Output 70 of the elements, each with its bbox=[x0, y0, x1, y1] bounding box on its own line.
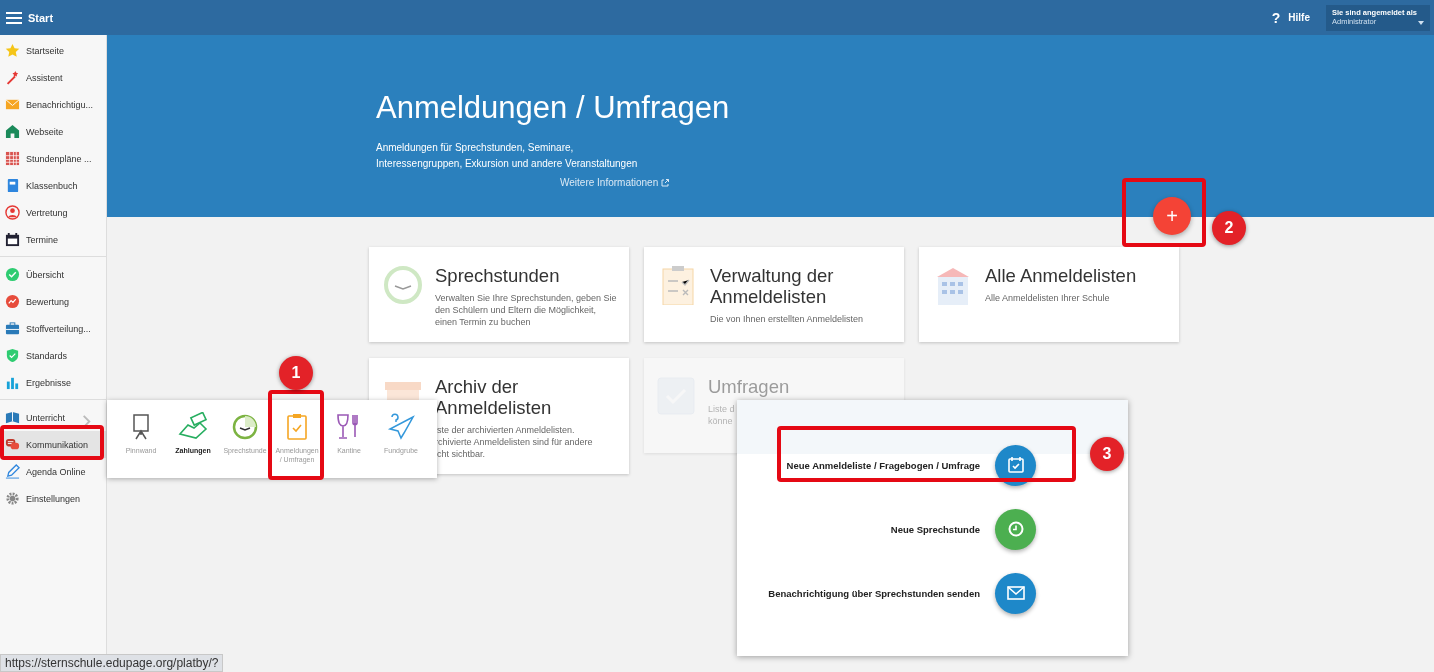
house-icon bbox=[5, 124, 20, 139]
timer-icon bbox=[230, 412, 260, 442]
card-description: Die von Ihnen erstellten Anmeldelisten bbox=[710, 313, 864, 325]
status-url: https://sternschule.edupage.org/platby/? bbox=[0, 654, 224, 672]
card-description: Verwalten Sie Ihre Sprechstunden, geben Sie den Schülern und Eltern die Möglichkeit, einen Termin zu buchen bbox=[435, 292, 617, 328]
star-icon bbox=[5, 43, 20, 58]
page-description: Anmeldungen für Sprechstunden, Seminare, Interessengruppen, Exkursion und andere Veranstaltungen bbox=[376, 141, 639, 171]
menu-option-button[interactable] bbox=[995, 572, 1036, 614]
bar-chart-icon bbox=[5, 375, 20, 390]
calendar-icon bbox=[5, 232, 20, 247]
sidebar-item[interactable]: Unterricht bbox=[0, 404, 106, 431]
sidebar-item[interactable]: Stoffverteilung... bbox=[0, 315, 106, 342]
module-card[interactable]: Alle Anmeldelisten Alle Anmeldelisten Ihrer Schule bbox=[919, 247, 1179, 342]
card-description: iste der archivierten Anmeldelisten. rchivierte Anmeldelisten sind für andere icht sichtbar. bbox=[435, 424, 593, 460]
sidebar-item[interactable]: Bewertung bbox=[0, 288, 106, 315]
sidebar-item[interactable]: Startseite bbox=[0, 37, 106, 64]
callout-badge: 1 bbox=[279, 356, 313, 390]
sidebar-item[interactable]: Ergebnisse bbox=[0, 369, 106, 396]
app-title: Start bbox=[28, 11, 54, 24]
magic-wand-icon bbox=[5, 70, 20, 85]
help-link[interactable]: Hilfe bbox=[1288, 12, 1310, 23]
sidebar-item[interactable]: Termine bbox=[0, 226, 106, 253]
clock-icon bbox=[383, 265, 423, 305]
menu-option-label[interactable]: Neue Anmeldeliste / Fragebogen / Umfrage bbox=[737, 459, 980, 471]
sidebar-item[interactable]: Übersicht bbox=[0, 261, 106, 288]
open-book-icon bbox=[5, 410, 20, 425]
card-title: Alle Anmeldelisten bbox=[985, 265, 1137, 286]
module-card[interactable]: Sprechstunden Verwalten Sie Ihre Sprechstunden, geben Sie den Schülern und Eltern die Möglichkeit, einen Termin zu buchen bbox=[369, 247, 629, 342]
card-title: Archiv der Anmeldelisten bbox=[435, 376, 553, 418]
menu-icon[interactable] bbox=[6, 11, 22, 24]
timetable-icon bbox=[5, 151, 20, 166]
trend-circle-icon bbox=[5, 294, 20, 309]
page-title: Anmeldungen / Umfragen bbox=[376, 90, 731, 126]
check-circle-icon bbox=[5, 267, 20, 282]
help-icon[interactable]: ? bbox=[1271, 9, 1281, 26]
briefcase-icon bbox=[5, 321, 20, 336]
sidebar-item[interactable]: Klassenbuch bbox=[0, 172, 106, 199]
external-link-icon bbox=[661, 178, 670, 187]
sidebar-item[interactable]: Vertretung bbox=[0, 199, 106, 226]
sidebar-item[interactable]: Webseite bbox=[0, 118, 106, 145]
sidebar-item[interactable]: Assistent bbox=[0, 64, 106, 91]
question-plane-icon bbox=[386, 412, 416, 442]
gear-icon bbox=[5, 491, 20, 506]
chat-bubbles-icon bbox=[5, 437, 20, 452]
book-icon bbox=[5, 178, 20, 193]
sidebar-item[interactable]: Einstellungen bbox=[0, 485, 106, 512]
sidebar-item[interactable]: Agenda Online bbox=[0, 458, 106, 485]
card-title: Umfragen bbox=[708, 376, 790, 397]
menu-option-label[interactable]: Neue Sprechstunde bbox=[737, 523, 980, 535]
calendar-check-icon bbox=[1005, 455, 1026, 475]
menu-option-button[interactable] bbox=[995, 444, 1036, 486]
menu-option-label[interactable]: Benachrichtigung über Sprechstunden senden bbox=[737, 587, 980, 599]
add-button[interactable]: + bbox=[1153, 197, 1191, 235]
envelope-icon bbox=[5, 97, 20, 112]
more-info-link[interactable]: Weitere Informationen bbox=[560, 177, 670, 188]
module-card[interactable]: Verwaltung der Anmeldelisten Die von Ihnen erstellten Anmeldelisten bbox=[644, 247, 904, 342]
envelope-icon bbox=[1005, 583, 1026, 603]
card-description: Liste d könne bbox=[708, 403, 736, 427]
sidebar-item[interactable]: Benachrichtigu... bbox=[0, 91, 106, 118]
card-description: Alle Anmeldelisten Ihrer Schule bbox=[985, 292, 1111, 304]
pen-icon bbox=[5, 464, 20, 479]
shield-icon bbox=[5, 348, 20, 363]
card-title: Verwaltung der Anmeldelisten bbox=[710, 265, 835, 307]
sidebar-item[interactable]: Standards bbox=[0, 342, 106, 369]
menu-option-button[interactable] bbox=[995, 508, 1036, 550]
sidebar-item[interactable]: Stundenpläne ... bbox=[0, 145, 106, 172]
person-icon bbox=[5, 205, 20, 220]
callout-badge: 2 bbox=[1212, 211, 1246, 245]
caret-icon bbox=[1418, 20, 1424, 25]
card-title: Sprechstunden bbox=[435, 265, 561, 286]
